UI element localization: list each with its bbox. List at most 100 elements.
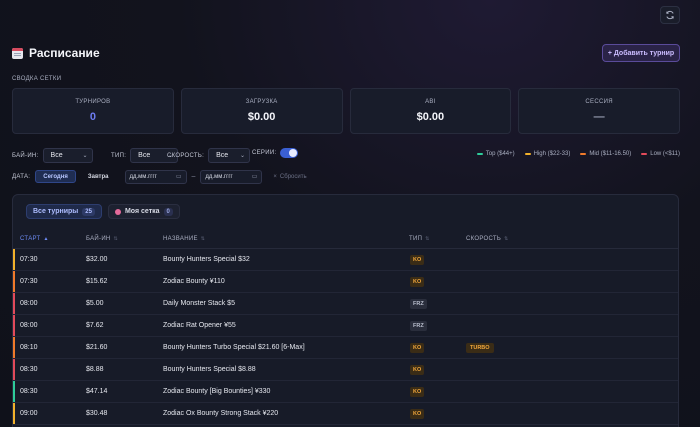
date-to-input[interactable]: дд.мм.гггг ▭ — [200, 169, 263, 184]
tomorrow-chip[interactable]: Завтра — [81, 170, 116, 183]
buyin-value: $5.00 — [86, 300, 104, 307]
type-badge: KO — [410, 387, 425, 397]
buyin-value: $21.60 — [86, 344, 108, 351]
start-time: 09:00 — [20, 410, 38, 417]
close-icon: × — [273, 173, 277, 180]
speed-badge: TURBO — [466, 343, 494, 353]
buyin-value: $30.48 — [86, 410, 108, 417]
date-filter: ДАТА: Сегодня Завтра дд.мм.гггг ▭ – дд.м… — [12, 169, 307, 184]
tier-legend: Top ($44+) High ($22-33) Mid ($11-16.50) Lo… — [476, 151, 680, 157]
tab-my-grid[interactable]: Моя сетка 0 — [107, 204, 180, 219]
tier-indicator — [13, 249, 15, 270]
tournament-panel: Все турниры 25 Моя сетка 0 СТАРТ ▲ БАЙ-И… — [12, 194, 679, 427]
legend-item: Low (<$11) — [641, 151, 680, 157]
tab-label: Моя сетка — [124, 208, 160, 215]
buyin-value: Все — [50, 152, 63, 159]
tier-indicator — [13, 337, 15, 358]
column-buyin[interactable]: БАЙ-ИН ⇅ — [86, 236, 118, 242]
legend-swatch — [641, 153, 648, 155]
start-time: 08:10 — [20, 344, 38, 351]
type-badge: FRZ — [410, 299, 427, 309]
tab-label: Все турниры — [33, 208, 79, 215]
date-from-input[interactable]: дд.мм.гггг ▭ — [124, 169, 187, 184]
type-badge: KO — [410, 343, 425, 353]
table-row[interactable]: 08:00 $7.62 Zodiac Rat Opener ¥55 FRZ — [13, 315, 678, 337]
count-badge: 0 — [163, 207, 173, 216]
column-label: СТАРТ — [20, 236, 41, 242]
column-speed[interactable]: СКОРОСТЬ ⇅ — [466, 236, 509, 242]
buyin-value: $15.62 — [86, 278, 108, 285]
buyin-filter: БАЙ-ИН: Все ⌄ — [12, 148, 93, 163]
card-label: СЕССИЯ — [585, 99, 613, 105]
heart-icon — [114, 208, 121, 215]
sort-asc-icon: ▲ — [43, 236, 49, 242]
tab-all-tournaments[interactable]: Все турниры 25 — [26, 204, 102, 219]
tier-indicator — [13, 315, 15, 336]
sort-icon: ⇅ — [504, 236, 509, 242]
column-start[interactable]: СТАРТ ▲ — [20, 236, 49, 242]
buyin-value: $32.00 — [86, 256, 108, 263]
tournament-name: Bounty Hunters Special $8.88 — [163, 366, 256, 373]
summary-cards: ТУРНИРОВ 0 ЗАГРУЗКА $0.00 ABI $0.00 СЕСС… — [12, 88, 680, 134]
speed-value: Все — [216, 152, 229, 159]
legend-swatch — [476, 153, 483, 155]
refresh-button[interactable] — [660, 6, 680, 24]
buyin-value: $7.62 — [86, 322, 104, 329]
type-badge: KO — [410, 409, 425, 419]
tournament-name: Zodiac Bounty ¥110 — [163, 278, 225, 285]
card-value: — — [593, 111, 605, 123]
table-row[interactable]: 08:10 $21.60 Bounty Hunters Turbo Special … — [13, 337, 678, 359]
type-badge: FRZ — [410, 321, 427, 331]
tournament-name: Zodiac Ox Bounty Strong Stack ¥220 — [163, 410, 279, 417]
series-filter: СЕРИИ: — [252, 148, 299, 158]
legend-label: High ($22-33) — [533, 151, 571, 157]
summary-label: СВОДКА СЕТКИ — [12, 76, 62, 82]
table-row[interactable]: 07:30 $32.00 Bounty Hunters Special $32 KO — [13, 249, 678, 271]
refresh-icon — [666, 10, 674, 20]
table-header: СТАРТ ▲ БАЙ-ИН ⇅ НАЗВАНИЕ ⇅ ТИП ⇅ СКОРОС… — [13, 229, 678, 249]
tier-indicator — [13, 403, 15, 424]
column-name[interactable]: НАЗВАНИЕ ⇅ — [163, 236, 205, 242]
legend-swatch — [524, 153, 531, 155]
buyin-select[interactable]: Все ⌄ — [42, 148, 93, 163]
series-toggle[interactable] — [280, 148, 299, 158]
type-badge: KO — [410, 255, 425, 265]
table-row[interactable]: 09:00 $30.48 Zodiac Ox Bounty Strong Stack… — [13, 403, 678, 425]
speed-label: СКОРОСТЬ: — [167, 152, 205, 159]
buyin-label: БАЙ-ИН: — [12, 152, 39, 159]
count-badge: 25 — [82, 207, 95, 216]
date-label: ДАТА: — [12, 173, 31, 180]
page-title: Расписание — [29, 46, 100, 60]
tier-indicator — [13, 271, 15, 292]
table-row[interactable]: 08:30 $47.14 Zodiac Bounty [Big Bounties] … — [13, 381, 678, 403]
tier-indicator — [13, 381, 15, 402]
column-type[interactable]: ТИП ⇅ — [409, 236, 430, 242]
table-row[interactable]: 07:30 $15.62 Zodiac Bounty ¥110 KO — [13, 271, 678, 293]
sort-icon: ⇅ — [425, 236, 430, 242]
date-to-placeholder: дд.мм.гггг — [205, 173, 233, 180]
reset-label: Сбросить — [279, 173, 307, 180]
legend-label: Top ($44+) — [485, 151, 515, 157]
today-chip[interactable]: Сегодня — [35, 170, 76, 183]
type-label: ТИП: — [111, 152, 127, 159]
reset-button[interactable]: × Сбросить — [273, 174, 306, 180]
start-time: 07:30 — [20, 278, 38, 285]
tournament-name: Bounty Hunters Turbo Special $21.60 [6-M… — [163, 344, 305, 351]
tier-indicator — [13, 293, 15, 314]
card-value: 0 — [89, 111, 96, 123]
table-row[interactable]: 08:30 $8.88 Bounty Hunters Special $8.88 KO — [13, 359, 678, 381]
start-time: 07:30 — [20, 256, 38, 263]
sort-icon: ⇅ — [200, 236, 206, 242]
tier-indicator — [13, 359, 15, 380]
card-session: СЕССИЯ — — [518, 88, 680, 134]
tournament-name: Bounty Hunters Special $32 — [163, 256, 250, 263]
speed-select[interactable]: Все ⌄ — [208, 148, 251, 163]
column-label: СКОРОСТЬ — [466, 236, 502, 242]
calendar-icon: ▭ — [175, 174, 182, 180]
table-row[interactable]: 08:00 $5.00 Daily Monster Stack $5 FRZ — [13, 293, 678, 315]
title-group: Расписание — [12, 46, 100, 60]
page-header: Расписание + Добавить турнир — [12, 44, 680, 64]
add-tournament-button[interactable]: + Добавить турнир — [602, 44, 680, 62]
start-time: 08:30 — [20, 388, 38, 395]
legend-swatch — [580, 153, 587, 155]
